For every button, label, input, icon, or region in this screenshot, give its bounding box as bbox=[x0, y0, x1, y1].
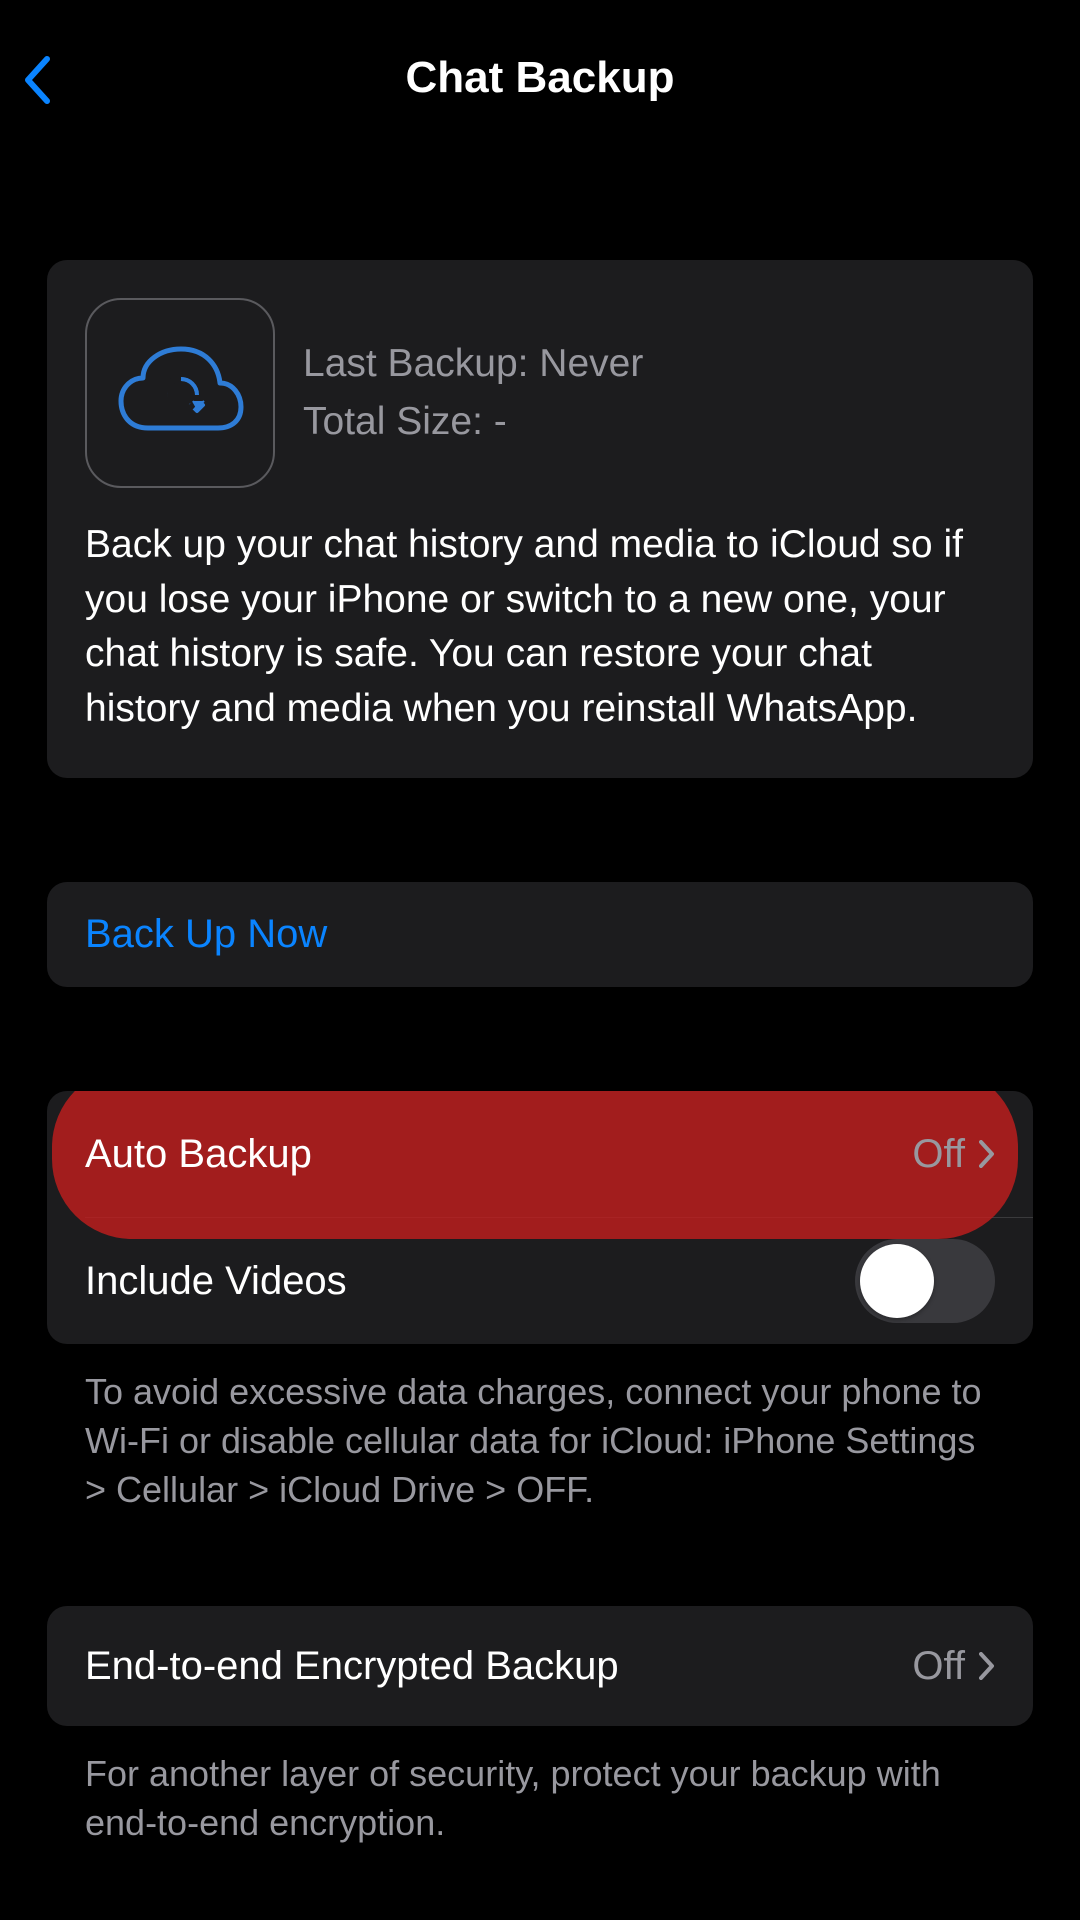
auto-backup-label: Auto Backup bbox=[85, 1132, 312, 1177]
encrypted-backup-value: Off bbox=[912, 1644, 965, 1689]
encryption-note: For another layer of security, protect y… bbox=[47, 1750, 1033, 1847]
encrypted-backup-label: End-to-end Encrypted Backup bbox=[85, 1644, 619, 1689]
encrypted-backup-row[interactable]: End-to-end Encrypted Backup Off bbox=[47, 1606, 1033, 1726]
chevron-left-icon bbox=[22, 55, 52, 105]
page-title: Chat Backup bbox=[406, 53, 675, 103]
backup-now-button[interactable]: Back Up Now bbox=[47, 882, 1033, 987]
header: Chat Backup bbox=[0, 0, 1080, 130]
last-backup-text: Last Backup: Never bbox=[303, 335, 643, 394]
encryption-group: End-to-end Encrypted Backup Off bbox=[47, 1606, 1033, 1726]
backup-info-card: Last Backup: Never Total Size: - Back up… bbox=[47, 260, 1033, 778]
auto-backup-row[interactable]: Auto Backup Off bbox=[47, 1091, 1033, 1217]
include-videos-label: Include Videos bbox=[85, 1259, 347, 1304]
back-button[interactable] bbox=[22, 55, 52, 110]
cloud-backup-icon bbox=[85, 298, 275, 488]
backup-description: Back up your chat history and media to i… bbox=[47, 488, 1033, 778]
chevron-right-icon bbox=[979, 1652, 995, 1680]
include-videos-toggle[interactable] bbox=[855, 1239, 995, 1323]
backup-settings-group: Auto Backup Off Include Videos bbox=[47, 1091, 1033, 1344]
chevron-right-icon bbox=[979, 1140, 995, 1168]
total-size-text: Total Size: - bbox=[303, 393, 643, 452]
toggle-knob bbox=[860, 1244, 934, 1318]
auto-backup-value: Off bbox=[912, 1132, 965, 1177]
data-charges-note: To avoid excessive data charges, connect… bbox=[47, 1368, 1033, 1514]
